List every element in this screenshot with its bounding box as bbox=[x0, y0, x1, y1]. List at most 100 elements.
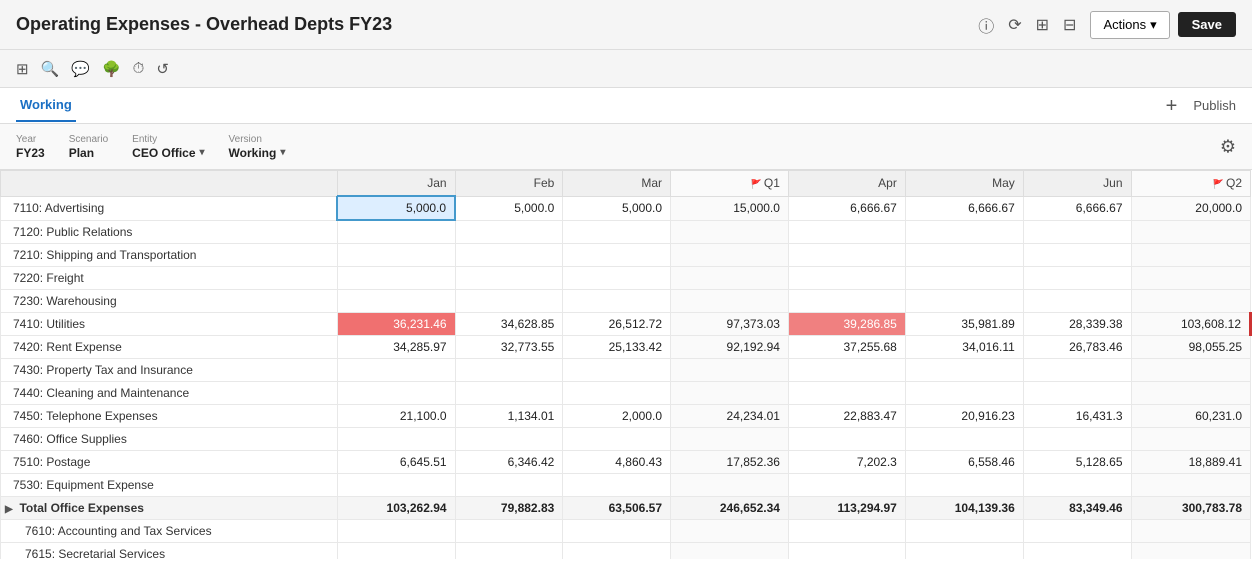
cell-r10-c4[interactable] bbox=[788, 427, 905, 450]
cell-r5-c4[interactable]: 39,286.85 bbox=[788, 312, 905, 335]
cell-r7-c4[interactable] bbox=[788, 358, 905, 381]
cell-r7-c3[interactable] bbox=[671, 358, 789, 381]
cell-r4-c4[interactable] bbox=[788, 289, 905, 312]
cell-r8-c5[interactable] bbox=[905, 381, 1023, 404]
hierarchy-icon[interactable]: 🌳 bbox=[102, 60, 121, 78]
entity-filter[interactable]: Entity CEO Office ▾ bbox=[132, 134, 204, 160]
cell-r11-c4[interactable]: 7,202.3 bbox=[788, 450, 905, 473]
cell-r10-c5[interactable] bbox=[905, 427, 1023, 450]
cell-r2-c1[interactable] bbox=[455, 243, 563, 266]
cell-r12-c5[interactable] bbox=[905, 473, 1023, 496]
cell-r7-c2[interactable] bbox=[563, 358, 671, 381]
cell-r1-c7[interactable] bbox=[1131, 220, 1251, 243]
cell-r9-c2[interactable]: 2,000.0 bbox=[563, 404, 671, 427]
cell-r11-c3[interactable]: 17,852.36 bbox=[671, 450, 789, 473]
cell-r14-c1[interactable] bbox=[455, 519, 563, 542]
cell-r6-c6[interactable]: 26,783.46 bbox=[1023, 335, 1131, 358]
tab-working[interactable]: Working bbox=[16, 89, 76, 122]
cell-r7-c6[interactable] bbox=[1023, 358, 1131, 381]
cell-r3-c1[interactable] bbox=[455, 266, 563, 289]
cell-r15-c1[interactable] bbox=[455, 542, 563, 559]
cell-r10-c2[interactable] bbox=[563, 427, 671, 450]
cell-r9-c7[interactable]: 60,231.0 bbox=[1131, 404, 1251, 427]
version-filter[interactable]: Version Working ▾ bbox=[229, 134, 286, 160]
cell-r8-c7[interactable] bbox=[1131, 381, 1251, 404]
history-icon[interactable]: ⏱ bbox=[133, 60, 145, 77]
cell-r4-c2[interactable] bbox=[563, 289, 671, 312]
cell-r10-c7[interactable] bbox=[1131, 427, 1251, 450]
triangle-collapse[interactable]: ▶ bbox=[5, 504, 15, 515]
cell-r4-c6[interactable] bbox=[1023, 289, 1131, 312]
filter-icon[interactable]: ⊞ bbox=[16, 60, 29, 78]
cell-r3-c3[interactable] bbox=[671, 266, 789, 289]
info-icon[interactable]: ⓘ bbox=[978, 13, 994, 37]
cell-r9-c3[interactable]: 24,234.01 bbox=[671, 404, 789, 427]
cell-r3-c7[interactable] bbox=[1131, 266, 1251, 289]
cell-r15-c7[interactable] bbox=[1131, 542, 1251, 559]
cell-r2-c4[interactable] bbox=[788, 243, 905, 266]
cell-r11-c7[interactable]: 18,889.41 bbox=[1131, 450, 1251, 473]
cell-r6-c3[interactable]: 92,192.94 bbox=[671, 335, 789, 358]
grid-icon[interactable]: ⊞ bbox=[1036, 15, 1049, 35]
cell-r6-c4[interactable]: 37,255.68 bbox=[788, 335, 905, 358]
cell-r3-c0[interactable] bbox=[337, 266, 455, 289]
cell-r15-c6[interactable] bbox=[1023, 542, 1131, 559]
cell-r9-c6[interactable]: 16,431.3 bbox=[1023, 404, 1131, 427]
cell-r6-c1[interactable]: 32,773.55 bbox=[455, 335, 563, 358]
cell-r8-c0[interactable] bbox=[337, 381, 455, 404]
cell-r15-c4[interactable] bbox=[788, 542, 905, 559]
cell-r7-c1[interactable] bbox=[455, 358, 563, 381]
cell-r2-c7[interactable] bbox=[1131, 243, 1251, 266]
cell-r1-c1[interactable] bbox=[455, 220, 563, 243]
cell-r0-c6[interactable]: 6,666.67 bbox=[1023, 196, 1131, 220]
cell-r8-c1[interactable] bbox=[455, 381, 563, 404]
cell-r10-c3[interactable] bbox=[671, 427, 789, 450]
cell-r4-c3[interactable] bbox=[671, 289, 789, 312]
cell-r14-c2[interactable] bbox=[563, 519, 671, 542]
cell-r4-c0[interactable] bbox=[337, 289, 455, 312]
cell-r9-c0[interactable]: 21,100.0 bbox=[337, 404, 455, 427]
cell-r13-c1[interactable]: 79,882.83 bbox=[455, 496, 563, 519]
cell-r14-c3[interactable] bbox=[671, 519, 789, 542]
cell-r5-c3[interactable]: 97,373.03 bbox=[671, 312, 789, 335]
cell-r11-c6[interactable]: 5,128.65 bbox=[1023, 450, 1131, 473]
cell-r14-c0[interactable] bbox=[337, 519, 455, 542]
search-icon[interactable]: 🔍 bbox=[41, 60, 60, 78]
cell-r8-c3[interactable] bbox=[671, 381, 789, 404]
cell-r4-c7[interactable] bbox=[1131, 289, 1251, 312]
cell-r10-c0[interactable] bbox=[337, 427, 455, 450]
cell-r12-c0[interactable] bbox=[337, 473, 455, 496]
cell-r9-c4[interactable]: 22,883.47 bbox=[788, 404, 905, 427]
cell-r15-c2[interactable] bbox=[563, 542, 671, 559]
cell-r0-c7[interactable]: 20,000.0 bbox=[1131, 196, 1251, 220]
cell-r12-c4[interactable] bbox=[788, 473, 905, 496]
cell-r13-c4[interactable]: 113,294.97 bbox=[788, 496, 905, 519]
cell-r13-c5[interactable]: 104,139.36 bbox=[905, 496, 1023, 519]
cell-r6-c5[interactable]: 34,016.11 bbox=[905, 335, 1023, 358]
cell-r0-c0[interactable]: 5,000.0 bbox=[337, 196, 455, 220]
cell-r11-c1[interactable]: 6,346.42 bbox=[455, 450, 563, 473]
cell-r1-c4[interactable] bbox=[788, 220, 905, 243]
cell-r12-c3[interactable] bbox=[671, 473, 789, 496]
cell-r8-c2[interactable] bbox=[563, 381, 671, 404]
cell-r11-c2[interactable]: 4,860.43 bbox=[563, 450, 671, 473]
cell-r3-c2[interactable] bbox=[563, 266, 671, 289]
cell-r3-c6[interactable] bbox=[1023, 266, 1131, 289]
cell-r5-c0[interactable]: 36,231.46 bbox=[337, 312, 455, 335]
cell-r3-c5[interactable] bbox=[905, 266, 1023, 289]
cell-r6-c7[interactable]: 98,055.25 bbox=[1131, 335, 1251, 358]
cell-r1-c2[interactable] bbox=[563, 220, 671, 243]
settings-icon[interactable]: ⚙ bbox=[1220, 136, 1236, 157]
cell-r14-c7[interactable] bbox=[1131, 519, 1251, 542]
cell-r14-c6[interactable] bbox=[1023, 519, 1131, 542]
cell-r4-c1[interactable] bbox=[455, 289, 563, 312]
cell-r2-c2[interactable] bbox=[563, 243, 671, 266]
cell-r12-c6[interactable] bbox=[1023, 473, 1131, 496]
cell-r14-c4[interactable] bbox=[788, 519, 905, 542]
cell-r10-c1[interactable] bbox=[455, 427, 563, 450]
cell-r14-c5[interactable] bbox=[905, 519, 1023, 542]
cell-r5-c2[interactable]: 26,512.72 bbox=[563, 312, 671, 335]
cell-r8-c6[interactable] bbox=[1023, 381, 1131, 404]
cell-r2-c0[interactable] bbox=[337, 243, 455, 266]
cell-r7-c7[interactable] bbox=[1131, 358, 1251, 381]
